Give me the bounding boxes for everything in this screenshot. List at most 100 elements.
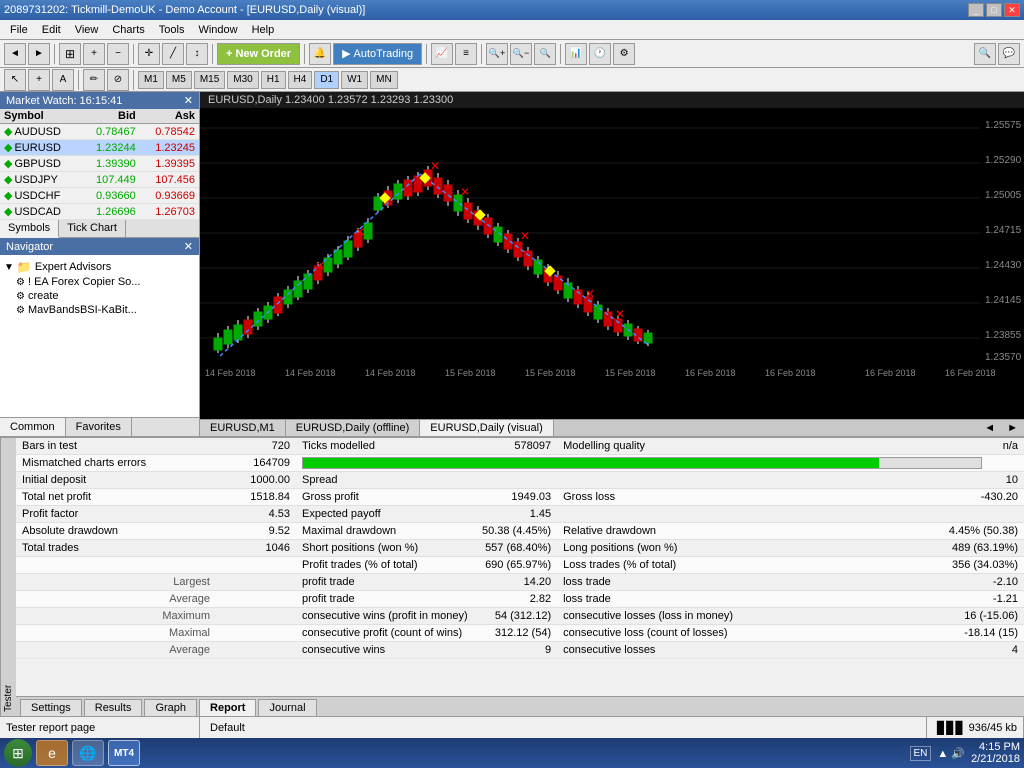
- tester-row-13: Average consecutive wins 9 consecutive l…: [16, 642, 1024, 659]
- chart-type-button[interactable]: 📊: [565, 43, 587, 65]
- taskbar-ie[interactable]: e: [36, 740, 68, 766]
- start-button[interactable]: ⊞: [4, 739, 32, 767]
- svg-text:15 Feb 2018: 15 Feb 2018: [525, 368, 576, 378]
- market-watch-row[interactable]: ◆USDJPY 107.449 107.456: [0, 172, 199, 188]
- pencil-button[interactable]: ✏: [83, 69, 105, 91]
- market-watch-row[interactable]: ◆USDCAD 1.26696 1.26703: [0, 204, 199, 220]
- market-watch-row[interactable]: ◆AUDUSD 0.78467 0.78542: [0, 124, 199, 140]
- text-button[interactable]: A: [52, 69, 74, 91]
- zoom-out-button[interactable]: −: [107, 43, 129, 65]
- minimize-button[interactable]: _: [968, 3, 984, 17]
- tf-mn[interactable]: MN: [370, 71, 398, 89]
- tf-h1[interactable]: H1: [261, 71, 286, 89]
- chart-tab-prev[interactable]: ◄: [978, 420, 1001, 436]
- tf-m15[interactable]: M15: [194, 71, 225, 89]
- market-watch-row[interactable]: ◆EURUSD 1.23244 1.23245: [0, 140, 199, 156]
- navigator-tabs: Common Favorites: [0, 417, 199, 436]
- tf-d1[interactable]: D1: [314, 71, 339, 89]
- autotrading-button[interactable]: ▶ AutoTrading: [333, 43, 422, 65]
- close-button[interactable]: ✕: [1004, 3, 1020, 17]
- svg-text:✕: ✕: [430, 159, 440, 173]
- val-cl-avg: 4: [739, 642, 1024, 659]
- chart-tab-next[interactable]: ►: [1001, 420, 1024, 436]
- svg-text:1.23855: 1.23855: [985, 330, 1022, 341]
- label-pttot: Profit trades (% of total): [296, 557, 476, 574]
- taskbar-mt4[interactable]: MT4: [108, 740, 140, 766]
- tab-favorites[interactable]: Favorites: [66, 418, 132, 436]
- tf-h4[interactable]: H4: [288, 71, 313, 89]
- zoom-in-button[interactable]: +: [83, 43, 105, 65]
- menu-tools[interactable]: Tools: [153, 22, 191, 38]
- tree-item-ea[interactable]: ▼ 📁 Expert Advisors: [4, 259, 195, 275]
- sep2: [133, 44, 134, 64]
- market-watch-row[interactable]: ◆GBPUSD 1.39390 1.39395: [0, 156, 199, 172]
- tree-item-ea3[interactable]: ⚙ MavBandsBSI-KaBit...: [16, 303, 195, 317]
- zoom-btn2[interactable]: 🔍−: [510, 43, 532, 65]
- settings-button[interactable]: ⚙: [613, 43, 635, 65]
- clock-time: 4:15 PM: [971, 741, 1020, 753]
- sep7: [560, 44, 561, 64]
- tf-m30[interactable]: M30: [227, 71, 258, 89]
- cursor-button[interactable]: ↖: [4, 69, 26, 91]
- navigator-close[interactable]: ✕: [184, 240, 193, 253]
- tester-tab-graph[interactable]: Graph: [144, 699, 197, 716]
- tester-tab-report[interactable]: Report: [199, 699, 256, 716]
- tf-w1[interactable]: W1: [341, 71, 368, 89]
- menu-charts[interactable]: Charts: [106, 22, 150, 38]
- tree-item-ea2[interactable]: ⚙ create: [16, 289, 195, 303]
- crosshair-button[interactable]: ✛: [138, 43, 160, 65]
- ea1-icon: ⚙: [16, 277, 25, 288]
- col-ask: Ask: [140, 109, 199, 124]
- sep5: [426, 44, 427, 64]
- chart-tab-m1[interactable]: EURUSD,M1: [200, 420, 286, 436]
- tree-item-ea1[interactable]: ⚙ ! EA Forex Copier So...: [16, 275, 195, 289]
- tester-tab-journal[interactable]: Journal: [258, 699, 316, 716]
- market-watch-close[interactable]: ✕: [184, 94, 193, 107]
- search-button[interactable]: 🔍: [974, 43, 996, 65]
- label-pt-lrg: profit trade: [296, 574, 476, 591]
- tester-tab-settings[interactable]: Settings: [20, 699, 82, 716]
- menu-view[interactable]: View: [69, 22, 105, 38]
- chat-button[interactable]: 💬: [998, 43, 1020, 65]
- chart-canvas[interactable]: 1.25575 1.25290 1.25005 1.24715 1.24430 …: [200, 108, 1024, 419]
- indicator-button[interactable]: 📈: [431, 43, 453, 65]
- fwd-button[interactable]: ►: [28, 43, 50, 65]
- label-avg2: Average: [16, 642, 216, 659]
- tf-m1[interactable]: M1: [138, 71, 164, 89]
- tf-m5[interactable]: M5: [166, 71, 192, 89]
- navigator-tree: ▼ 📁 Expert Advisors ⚙ ! EA Forex Copier …: [0, 255, 199, 417]
- val-ep: 1.45: [476, 506, 557, 523]
- tester-tab-results[interactable]: Results: [84, 699, 143, 716]
- tab-tick-chart[interactable]: Tick Chart: [59, 220, 126, 237]
- menu-help[interactable]: Help: [246, 22, 281, 38]
- svg-text:14 Feb 2018: 14 Feb 2018: [285, 368, 336, 378]
- clock-button[interactable]: 🕐: [589, 43, 611, 65]
- new-order-button[interactable]: + New Order: [217, 43, 300, 65]
- svg-text:1.23570: 1.23570: [985, 352, 1022, 363]
- zoom-btn1[interactable]: 🔍+: [486, 43, 508, 65]
- line-button[interactable]: ╱: [162, 43, 184, 65]
- market-watch-row[interactable]: ◆USDCHF 0.93660 0.93669: [0, 188, 199, 204]
- tab-common[interactable]: Common: [0, 418, 66, 436]
- maximize-button[interactable]: □: [986, 3, 1002, 17]
- alert-button[interactable]: 🔔: [309, 43, 331, 65]
- period-button[interactable]: ↕: [186, 43, 208, 65]
- tab-symbols[interactable]: Symbols: [0, 220, 59, 238]
- menu-window[interactable]: Window: [192, 22, 243, 38]
- new-chart-button[interactable]: ⊞: [59, 43, 81, 65]
- zoom-btn3[interactable]: 🔍: [534, 43, 556, 65]
- menu-edit[interactable]: Edit: [36, 22, 67, 38]
- chart-tab-daily-visual[interactable]: EURUSD,Daily (visual): [420, 420, 553, 436]
- mw-bid: 1.39390: [81, 156, 140, 172]
- menu-file[interactable]: File: [4, 22, 34, 38]
- back-button[interactable]: ◄: [4, 43, 26, 65]
- svg-text:16 Feb 2018: 16 Feb 2018: [765, 368, 816, 378]
- label-absdd: Absolute drawdown: [16, 523, 216, 540]
- cross-button[interactable]: +: [28, 69, 50, 91]
- template-button[interactable]: ≡: [455, 43, 477, 65]
- chart-tab-daily-offline[interactable]: EURUSD,Daily (offline): [286, 420, 421, 436]
- svg-text:✕: ✕: [315, 259, 325, 273]
- svg-text:1.25005: 1.25005: [985, 190, 1022, 201]
- taskbar-chrome[interactable]: 🌐: [72, 740, 104, 766]
- draw2-button[interactable]: ⊘: [107, 69, 129, 91]
